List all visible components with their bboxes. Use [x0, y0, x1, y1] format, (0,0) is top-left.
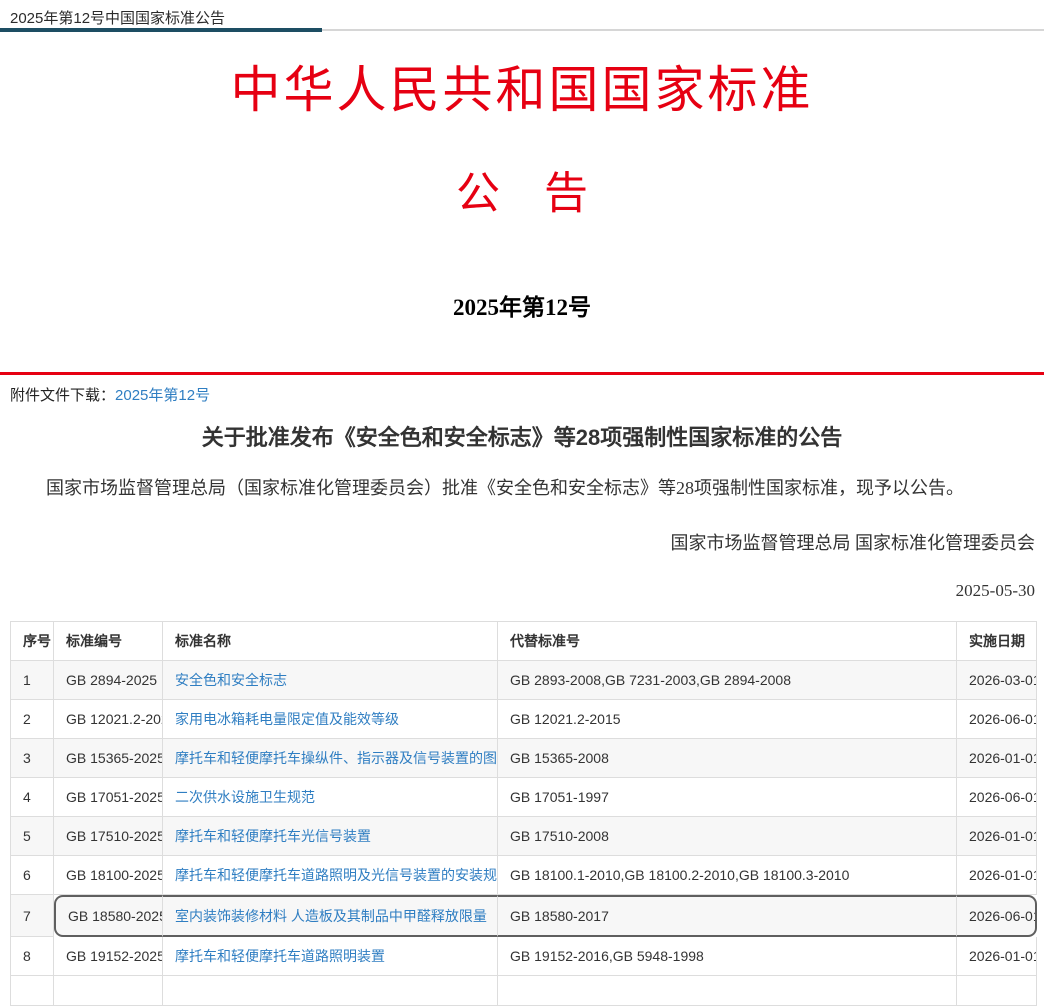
row-number-cell: 1: [11, 661, 54, 700]
table-row: 3GB 15365-2025 摩托车和轻便摩托车操纵件、指示器及信号装置的图形符号…: [11, 739, 1037, 778]
standard-code-cell: GB 2894-2025: [54, 661, 163, 700]
impl-date-cell: 2026-01-01: [957, 856, 1037, 895]
table-header-row: 序号 标准编号 标准名称 代替标准号 实施日期: [11, 622, 1037, 661]
table-row: 7GB 18580-2025 室内装饰装修材料 人造板及其制品中甲醛释放限量 GB …: [11, 895, 1037, 937]
standard-name-cell: 室内装饰装修材料 人造板及其制品中甲醛释放限量: [163, 895, 498, 937]
standard-code-cell: GB 18580-2025: [54, 895, 163, 937]
document-title: 中华人民共和国国家标准: [0, 62, 1044, 120]
table-row: 2GB 12021.2-2025 家用电冰箱耗电量限定值及能效等级 GB 12021…: [11, 700, 1037, 739]
table-row: 6GB 18100-2025 摩托车和轻便摩托车道路照明及光信号装置的安装规定GB…: [11, 856, 1037, 895]
impl-date-cell: 2026-06-01: [957, 700, 1037, 739]
column-header-no: 序号: [11, 622, 54, 661]
replaced-codes-cell: GB 19152-2016,GB 5948-1998: [498, 937, 957, 976]
standard-name-link[interactable]: 摩托车和轻便摩托车光信号装置: [175, 828, 371, 844]
replaced-codes-cell: GB 2893-2008,GB 7231-2003,GB 2894-2008: [498, 661, 957, 700]
announcement-heading: 关于批准发布《安全色和安全标志》等28项强制性国家标准的公告: [0, 420, 1044, 452]
issue-number: 2025年第12号: [0, 288, 1044, 322]
standards-table: 序号 标准编号 标准名称 代替标准号 实施日期 1GB 2894-2025 安全色…: [10, 621, 1037, 1006]
active-tab-indicator: [0, 28, 322, 32]
column-header-code: 标准编号: [54, 622, 163, 661]
standard-code-cell: GB 19152-2025: [54, 937, 163, 976]
standard-code-cell: GB 17051-2025: [54, 778, 163, 817]
table-row: 8GB 19152-2025 摩托车和轻便摩托车道路照明装置 GB 19152-20…: [11, 937, 1037, 976]
standard-name-cell: 摩托车和轻便摩托车光信号装置: [163, 817, 498, 856]
standard-name-link[interactable]: 家用电冰箱耗电量限定值及能效等级: [175, 711, 399, 727]
attachment-link[interactable]: 2025年第12号: [115, 387, 210, 404]
replaced-codes-cell: GB 17051-1997: [498, 778, 957, 817]
row-number-cell: 3: [11, 739, 54, 778]
impl-date-cell: 2026-01-01: [957, 937, 1037, 976]
standard-code-cell: GB 17510-2025: [54, 817, 163, 856]
row-number-cell: 5: [11, 817, 54, 856]
standard-name-link[interactable]: 摩托车和轻便摩托车操纵件、指示器及信号装置的图形符号: [175, 750, 498, 766]
row-number-cell: 7: [11, 895, 54, 937]
impl-date-cell: 2026-06-01: [957, 895, 1037, 937]
standard-name-cell: 摩托车和轻便摩托车操纵件、指示器及信号装置的图形符号: [163, 739, 498, 778]
announcement-signature: 国家市场监督管理总局 国家标准化管理委员会: [0, 529, 1044, 555]
standards-table-body: 1GB 2894-2025 安全色和安全标志 GB 2893-2008,GB 723…: [11, 661, 1037, 976]
impl-date-cell: 2026-03-01: [957, 661, 1037, 700]
standard-name-link[interactable]: 摩托车和轻便摩托车道路照明及光信号装置的安装规定: [175, 867, 498, 883]
standard-name-link[interactable]: 摩托车和轻便摩托车道路照明装置: [175, 948, 385, 964]
row-number-cell: 4: [11, 778, 54, 817]
standard-name-cell: 摩托车和轻便摩托车道路照明装置: [163, 937, 498, 976]
table-row: 5GB 17510-2025 摩托车和轻便摩托车光信号装置 GB 17510-200…: [11, 817, 1037, 856]
replaced-codes-cell: GB 12021.2-2015: [498, 700, 957, 739]
replaced-codes-cell: GB 18580-2017: [498, 895, 957, 937]
document-header: 中华人民共和国国家标准 公 告 2025年第12号: [0, 62, 1044, 322]
column-header-replaces: 代替标准号: [498, 622, 957, 661]
document-subtitle: 公 告: [0, 170, 1044, 218]
replaced-codes-cell: GB 18100.1-2010,GB 18100.2-2010,GB 18100…: [498, 856, 957, 895]
announcement-date: 2025-05-30: [0, 581, 1044, 601]
standard-name-cell: 家用电冰箱耗电量限定值及能效等级: [163, 700, 498, 739]
row-number-cell: 2: [11, 700, 54, 739]
attachment-label: 附件文件下载：: [10, 387, 115, 404]
table-row: 1GB 2894-2025 安全色和安全标志 GB 2893-2008,GB 723…: [11, 661, 1037, 700]
standard-name-link[interactable]: 室内装饰装修材料 人造板及其制品中甲醛释放限量: [175, 908, 487, 924]
announcement-body: 国家市场监督管理总局（国家标准化管理委员会）批准《安全色和安全标志》等28项强制…: [0, 476, 1044, 501]
standard-name-cell: 二次供水设施卫生规范: [163, 778, 498, 817]
replaced-codes-cell: GB 17510-2008: [498, 817, 957, 856]
impl-date-cell: 2026-06-01: [957, 778, 1037, 817]
standard-name-link[interactable]: 二次供水设施卫生规范: [175, 789, 315, 805]
impl-date-cell: 2026-01-01: [957, 739, 1037, 778]
column-header-date: 实施日期: [957, 622, 1037, 661]
attachment-bar: 附件文件下载：2025年第12号: [0, 372, 1044, 412]
standard-code-cell: GB 12021.2-2025: [54, 700, 163, 739]
table-row-partial: [11, 976, 1037, 1006]
row-number-cell: 8: [11, 937, 54, 976]
table-row: 4GB 17051-2025 二次供水设施卫生规范 GB 17051-1997202…: [11, 778, 1037, 817]
replaced-codes-cell: GB 15365-2008: [498, 739, 957, 778]
row-number-cell: 6: [11, 856, 54, 895]
standard-name-link[interactable]: 安全色和安全标志: [175, 672, 287, 688]
page-tab-bar: 2025年第12号中国国家标准公告: [0, 0, 1044, 32]
standard-name-cell: 安全色和安全标志: [163, 661, 498, 700]
page-tab[interactable]: 2025年第12号中国国家标准公告: [10, 7, 225, 28]
impl-date-cell: 2026-01-01: [957, 817, 1037, 856]
standard-code-cell: GB 18100-2025: [54, 856, 163, 895]
standard-code-cell: GB 15365-2025: [54, 739, 163, 778]
column-header-name: 标准名称: [163, 622, 498, 661]
standard-name-cell: 摩托车和轻便摩托车道路照明及光信号装置的安装规定: [163, 856, 498, 895]
